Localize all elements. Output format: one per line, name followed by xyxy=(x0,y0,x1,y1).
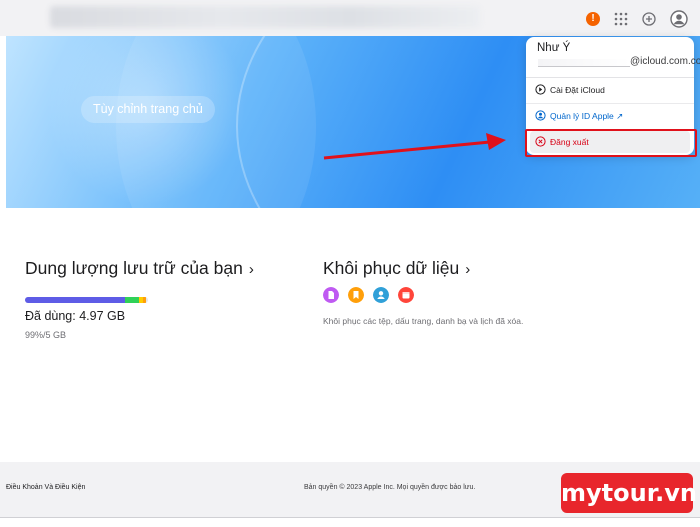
bookmarks-icon[interactable] xyxy=(348,287,364,303)
files-icon[interactable] xyxy=(323,287,339,303)
menu-divider xyxy=(526,103,694,104)
settings-icon xyxy=(535,84,546,95)
customize-home-button[interactable]: Tùy chỉnh trang chủ xyxy=(81,96,215,123)
terms-link[interactable]: Điều Khoản Và Điều Kiện xyxy=(6,484,85,491)
bottom-divider xyxy=(0,517,700,518)
sign-out-highlight-box xyxy=(525,129,697,157)
copyright-text: Bản quyền © 2023 Apple Inc. Mọi quyền đư… xyxy=(304,484,476,491)
recovery-icons xyxy=(323,287,414,303)
icloud-settings-label: Cài Đặt iCloud xyxy=(550,85,605,95)
data-recovery-description: Khôi phục các tệp, dấu trang, danh bạ và… xyxy=(323,316,524,326)
apps-grid-icon[interactable] xyxy=(614,12,628,26)
menu-divider xyxy=(526,77,694,78)
account-icon[interactable] xyxy=(670,10,688,28)
chevron-right-icon: › xyxy=(465,261,471,278)
manage-apple-id-label: Quản lý ID Apple ↗ xyxy=(550,111,624,121)
add-circle-icon[interactable] xyxy=(642,12,656,26)
storage-segment-photos xyxy=(25,297,125,303)
person-circle-icon xyxy=(535,110,546,121)
blurred-title-area xyxy=(50,6,480,28)
storage-segment-messages xyxy=(125,297,139,303)
data-recovery-title-text: Khôi phục dữ liệu xyxy=(323,258,460,278)
watermark-logo: mytour.vn xyxy=(561,473,697,513)
storage-title-text: Dung lượng lưu trữ của bạn xyxy=(25,258,243,278)
chevron-right-icon: › xyxy=(248,261,254,278)
calendar-icon[interactable] xyxy=(398,287,414,303)
data-recovery-title[interactable]: Khôi phục dữ liệu › xyxy=(323,258,470,279)
storage-quota-label: 99%/5 GB xyxy=(25,330,67,340)
account-email: @icloud.com.com xyxy=(630,56,700,67)
storage-usage-bar xyxy=(25,297,148,303)
contacts-icon[interactable] xyxy=(373,287,389,303)
alert-icon[interactable]: ! xyxy=(586,12,600,26)
icloud-page: ! Tùy chỉnh trang chủ Như Ý @icloud.com.… xyxy=(0,0,700,527)
storage-title[interactable]: Dung lượng lưu trữ của bạn › xyxy=(25,258,254,279)
watermark-text: mytour.vn xyxy=(561,479,697,507)
top-bar: ! xyxy=(0,0,700,36)
storage-used-label: Đã dùng: 4.97 GB xyxy=(25,309,126,323)
annotation-arrow-icon xyxy=(323,133,506,160)
account-name: Như Ý xyxy=(537,42,571,54)
manage-apple-id-item[interactable]: Quản lý ID Apple ↗ xyxy=(530,105,690,127)
redacted-email xyxy=(538,59,630,67)
storage-segment-backup xyxy=(143,297,146,303)
icloud-settings-item[interactable]: Cài Đặt iCloud xyxy=(530,79,690,101)
